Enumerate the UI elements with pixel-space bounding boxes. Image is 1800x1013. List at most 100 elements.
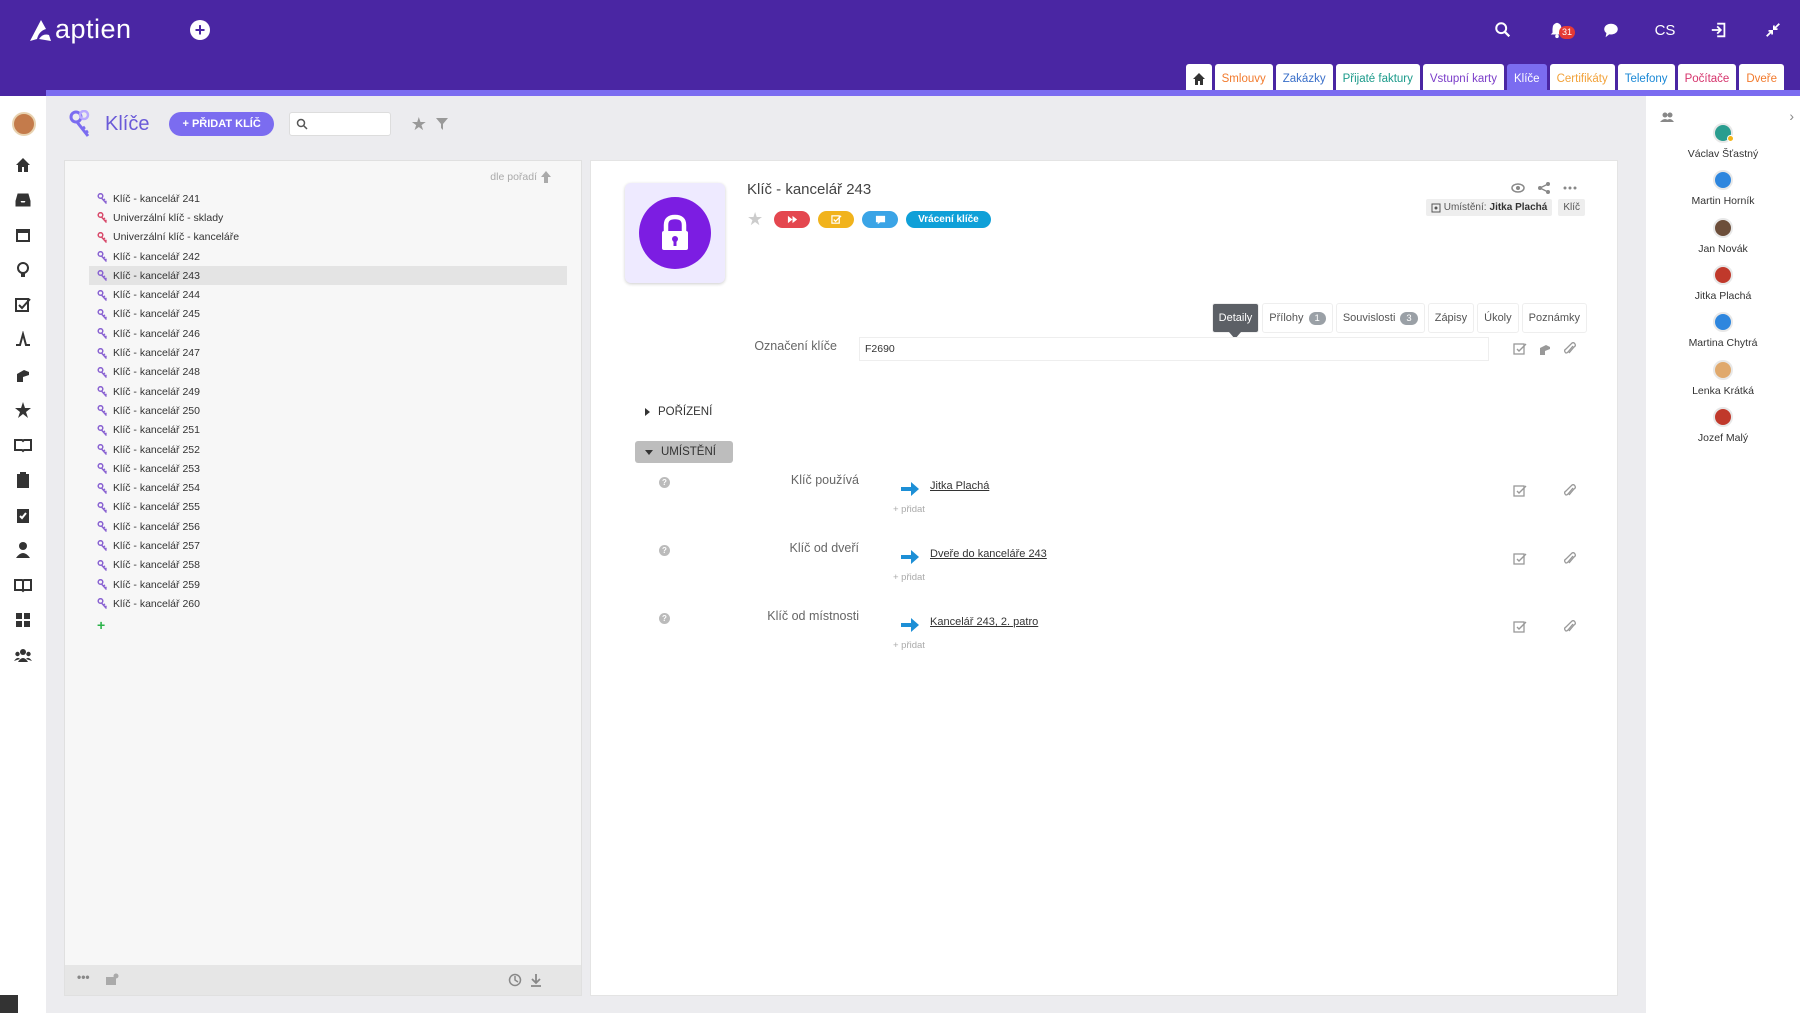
list-item[interactable]: Klíč - kancelář 251 (89, 421, 567, 440)
person-item[interactable]: Martin Horník (1646, 170, 1800, 207)
edit-check-icon[interactable] (1513, 620, 1527, 634)
tag-icon[interactable] (105, 973, 119, 987)
list-item[interactable]: Klíč - kancelář 253 (89, 459, 567, 478)
calendar-icon[interactable] (14, 226, 32, 244)
add-relation-link[interactable]: + přidat (893, 572, 925, 583)
list-item[interactable]: Univerzální klíč - sklady (89, 208, 567, 227)
more-dots-icon[interactable]: ••• (77, 970, 91, 984)
chevron-right-icon[interactable]: › (1789, 108, 1794, 124)
lightbulb-icon[interactable] (14, 261, 32, 279)
dashboard-grid-icon[interactable] (14, 611, 32, 629)
star-icon[interactable] (14, 401, 32, 419)
clipboard-icon[interactable] (14, 471, 32, 489)
list-item[interactable]: Klíč - kancelář 252 (89, 440, 567, 459)
search-icon[interactable] (1476, 18, 1530, 42)
priority-badge[interactable] (774, 211, 811, 228)
add-relation-link[interactable]: + přidat (893, 504, 925, 515)
app-logo[interactable]: aptien (27, 14, 132, 45)
comment-badge[interactable] (862, 211, 899, 228)
edit-check-icon[interactable] (1513, 484, 1527, 498)
list-item[interactable]: Klíč - kancelář 260 (89, 594, 567, 613)
list-item[interactable]: Klíč - kancelář 256 (89, 517, 567, 536)
list-item[interactable]: Klíč - kancelář 244 (89, 285, 567, 304)
person-item[interactable]: Lenka Krátká (1646, 359, 1800, 397)
download-icon[interactable] (529, 973, 543, 987)
book-icon[interactable] (14, 436, 32, 454)
task-check-icon[interactable] (14, 296, 32, 314)
signpost-icon[interactable] (1538, 342, 1552, 356)
edit-check-icon[interactable] (1513, 552, 1527, 566)
user-avatar[interactable] (12, 112, 36, 136)
type-badge[interactable]: Klíč (1558, 199, 1585, 216)
tab-attachments[interactable]: Přílohy 1 (1262, 303, 1333, 333)
person-item[interactable]: Jozef Malý (1646, 406, 1800, 444)
search-box[interactable] (288, 112, 391, 136)
person-item[interactable]: Jitka Plachá (1646, 264, 1800, 302)
signpost-icon[interactable] (14, 366, 32, 384)
list-item[interactable]: Klíč - kancelář 255 (89, 498, 567, 517)
list-item[interactable]: Klíč - kancelář 250 (89, 401, 567, 420)
home-icon[interactable] (14, 156, 32, 174)
person-item[interactable]: Jan Novák (1646, 217, 1800, 255)
more-icon[interactable] (1563, 181, 1577, 195)
paperclip-icon[interactable] (1563, 484, 1577, 498)
list-item[interactable]: Klíč - kancelář 248 (89, 363, 567, 382)
logout-icon[interactable] (1692, 18, 1746, 42)
list-item[interactable]: Klíč - kancelář 258 (89, 556, 567, 575)
filter-icon[interactable] (435, 117, 449, 131)
list-item[interactable]: Klíč - kancelář 257 (89, 536, 567, 555)
list-item[interactable]: Univerzální klíč - kanceláře (89, 228, 567, 247)
sort-control[interactable]: dle pořadí (490, 171, 551, 183)
designation-value[interactable]: F2690 (859, 337, 1489, 361)
history-icon[interactable] (508, 973, 522, 987)
favorite-star-icon[interactable]: ★ (747, 209, 763, 230)
collapse-icon[interactable] (1746, 18, 1800, 42)
tab-records[interactable]: Zápisy (1427, 303, 1475, 333)
section-purchase[interactable]: POŘÍZENÍ (635, 401, 722, 423)
list-item[interactable]: Klíč - kancelář 243 (89, 266, 567, 286)
list-item[interactable]: Klíč - kancelář 242 (89, 247, 567, 266)
key-image[interactable] (625, 183, 725, 283)
list-item[interactable]: Klíč - kancelář 249 (89, 382, 567, 401)
inbox-icon[interactable] (14, 191, 32, 209)
share-icon[interactable] (1537, 181, 1551, 195)
person-item[interactable]: Martina Chytrá (1646, 312, 1800, 349)
task-badge[interactable] (818, 211, 855, 228)
paperclip-icon[interactable] (1563, 552, 1577, 566)
list-item[interactable]: Klíč - kancelář 247 (89, 343, 567, 362)
language-switch[interactable]: CS (1638, 18, 1692, 42)
bell-icon[interactable]: 31 (1530, 18, 1584, 42)
section-location[interactable]: UMÍSTĚNÍ (635, 441, 733, 463)
help-icon[interactable]: ? (659, 613, 670, 624)
relation-link[interactable]: Jitka Plachá (930, 480, 989, 492)
quick-add-button[interactable]: + (190, 20, 210, 40)
list-item[interactable]: Klíč - kancelář 246 (89, 324, 567, 343)
person-item[interactable]: Václav Šťastný (1646, 123, 1800, 160)
help-icon[interactable]: ? (659, 477, 670, 488)
tab-notes[interactable]: Poznámky (1521, 303, 1587, 333)
add-key-button[interactable]: + PŘIDAT KLÍČ (169, 112, 274, 136)
add-item-plus-icon[interactable]: + (97, 617, 567, 633)
relation-link[interactable]: Kancelář 243, 2. patro (930, 616, 1038, 628)
list-item[interactable]: Klíč - kancelář 254 (89, 478, 567, 497)
open-book-icon[interactable] (14, 576, 32, 594)
paperclip-icon[interactable] (1563, 342, 1577, 356)
activity-icon[interactable] (14, 330, 32, 349)
eye-icon[interactable] (1511, 181, 1525, 195)
list-item[interactable]: Klíč - kancelář 241 (89, 189, 567, 208)
clipboard-check-icon[interactable] (14, 506, 32, 524)
tab-tasks[interactable]: Úkoly (1477, 303, 1519, 333)
location-badge[interactable]: Umístění: Jitka Plachá (1425, 199, 1553, 216)
list-item[interactable]: Klíč - kancelář 259 (89, 575, 567, 594)
help-icon[interactable]: ? (659, 545, 670, 556)
tab-relations[interactable]: Souvislosti 3 (1335, 303, 1425, 333)
group-icon[interactable] (14, 646, 32, 664)
person-icon[interactable] (14, 541, 32, 559)
add-relation-link[interactable]: + přidat (893, 640, 925, 651)
return-key-badge[interactable]: Vrácení klíče (906, 211, 991, 228)
relation-link[interactable]: Dveře do kanceláře 243 (930, 548, 1047, 560)
users-icon[interactable] (1660, 110, 1674, 124)
search-input[interactable] (309, 113, 390, 135)
edit-check-icon[interactable] (1513, 342, 1527, 356)
paperclip-icon[interactable] (1563, 620, 1577, 634)
